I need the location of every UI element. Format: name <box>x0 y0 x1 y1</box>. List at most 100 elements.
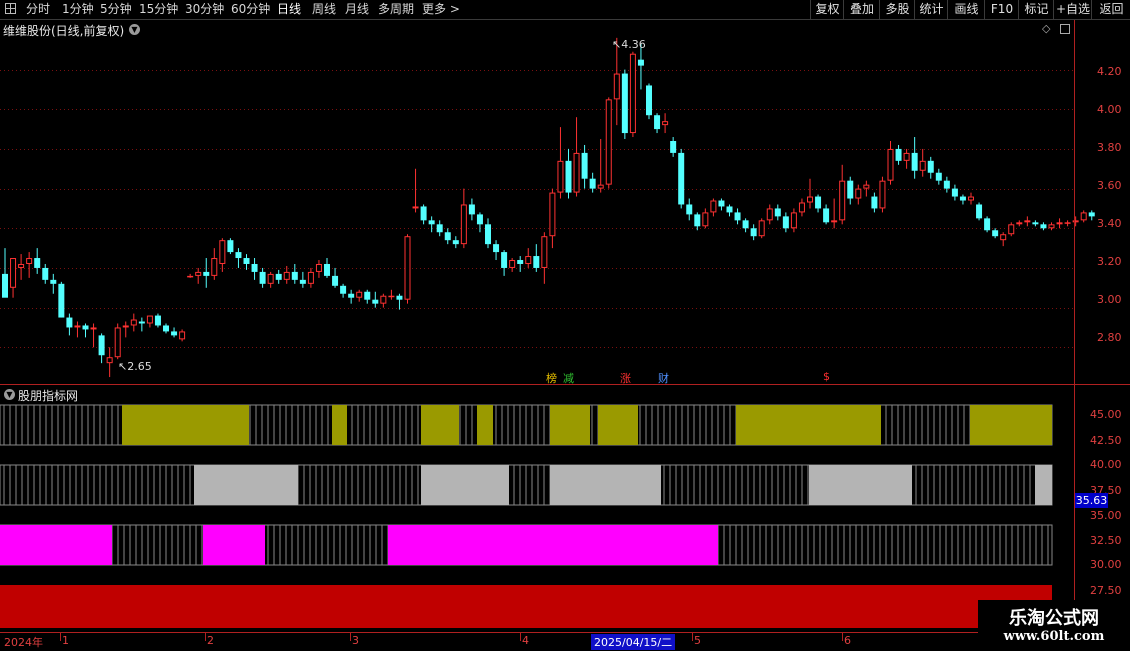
candle-body <box>541 236 548 268</box>
candle-body <box>911 152 918 171</box>
watermark-title: 乐淘公式网 <box>1009 608 1099 629</box>
candle-body <box>380 295 387 304</box>
candle-body <box>557 160 564 193</box>
candle-body <box>251 263 258 272</box>
band-block <box>421 405 459 445</box>
candle-body <box>396 295 403 300</box>
candle-body <box>203 271 210 276</box>
indicator-title: 股朋指标网 <box>18 389 79 403</box>
candle-body <box>815 196 822 209</box>
candle-body <box>259 271 266 284</box>
date-tick <box>60 633 61 641</box>
indicator-axis-label: 30.00 <box>1090 558 1122 571</box>
band-block <box>203 525 265 565</box>
candle-body <box>356 291 363 298</box>
candle-body <box>18 263 25 268</box>
candle-body <box>122 325 129 328</box>
candle-body <box>98 335 105 356</box>
candle-body <box>1032 222 1039 225</box>
month-label: 1 <box>62 634 69 647</box>
candle-body <box>782 216 789 229</box>
candle-body <box>613 73 620 100</box>
candle-body <box>114 327 121 358</box>
candle-body <box>2 273 8 298</box>
candle-body <box>517 260 524 264</box>
candle-body <box>66 317 73 328</box>
candle-body <box>919 160 926 171</box>
event-label-dollar[interactable]: $ <box>823 370 830 383</box>
candle-body <box>468 204 475 215</box>
indicator-axis-label: 42.50 <box>1090 434 1122 447</box>
candle-body <box>927 160 934 173</box>
candle-body <box>195 271 202 276</box>
date-cursor-label: 2025/04/15/二 <box>591 634 676 650</box>
candle-body <box>163 325 169 332</box>
price-label: 3.60 <box>1097 179 1122 192</box>
current-value-badge: 35.63 <box>1075 493 1108 508</box>
candle-body <box>58 283 65 318</box>
candle-body <box>219 240 226 264</box>
candle-body <box>444 232 451 241</box>
price-label: 3.20 <box>1097 255 1122 268</box>
indicator-bands <box>0 404 1053 628</box>
band-block <box>332 405 347 445</box>
candle-body <box>774 208 781 217</box>
candle-body <box>146 315 153 324</box>
candle-body <box>823 208 830 223</box>
pane-separator <box>0 384 1130 385</box>
candle-body <box>452 240 459 245</box>
candle-body <box>573 152 580 193</box>
candle-body <box>839 180 846 221</box>
candle-body <box>831 220 838 223</box>
leader-arrow-icon: ↖ <box>612 38 622 51</box>
candle-body <box>340 285 347 294</box>
date-tick <box>692 633 693 641</box>
candle-body <box>790 212 797 229</box>
candle-body <box>34 258 41 268</box>
candle-body <box>493 244 500 253</box>
candle-body <box>895 148 902 161</box>
band-block <box>122 405 249 445</box>
band-block <box>0 585 1052 628</box>
candle-body <box>549 192 556 237</box>
candle-body <box>460 204 467 245</box>
price-label: 3.80 <box>1097 141 1122 154</box>
candle-body <box>718 200 725 207</box>
candle-body <box>742 220 749 229</box>
high-annotation: ↖4.36 <box>612 38 646 51</box>
candle-body <box>565 160 572 193</box>
band-block <box>550 465 661 505</box>
candle-body <box>90 327 97 330</box>
candle-body <box>887 148 894 181</box>
candle-body <box>758 220 765 237</box>
candle-body <box>992 230 999 237</box>
candle-body <box>646 85 652 116</box>
candle-body <box>847 180 854 199</box>
candle-body <box>10 258 17 288</box>
candle-body <box>1024 220 1031 223</box>
candle-body <box>485 224 491 245</box>
candle-body <box>678 152 685 205</box>
candle-body <box>1016 222 1023 225</box>
candle-body <box>388 295 395 298</box>
candle-body <box>670 141 677 153</box>
candle-body <box>243 258 250 264</box>
candle-body <box>750 228 757 237</box>
candle-body <box>1080 212 1087 221</box>
candle-body <box>307 271 314 284</box>
candle-body <box>525 256 532 264</box>
candle-body <box>42 267 49 280</box>
candle-body <box>686 204 693 215</box>
band-block <box>736 405 881 445</box>
year-label: 2024年 <box>4 636 43 649</box>
chevron-down-icon[interactable]: ▼ <box>4 389 15 400</box>
candle-body <box>267 273 274 284</box>
month-label: 4 <box>522 634 529 647</box>
candle-body <box>710 200 717 213</box>
candle-body <box>879 180 886 209</box>
band-block <box>1035 465 1052 505</box>
candle-body <box>581 152 588 179</box>
kline-chart[interactable] <box>0 0 1130 650</box>
candle-body <box>412 206 419 209</box>
candle-body <box>227 240 234 253</box>
